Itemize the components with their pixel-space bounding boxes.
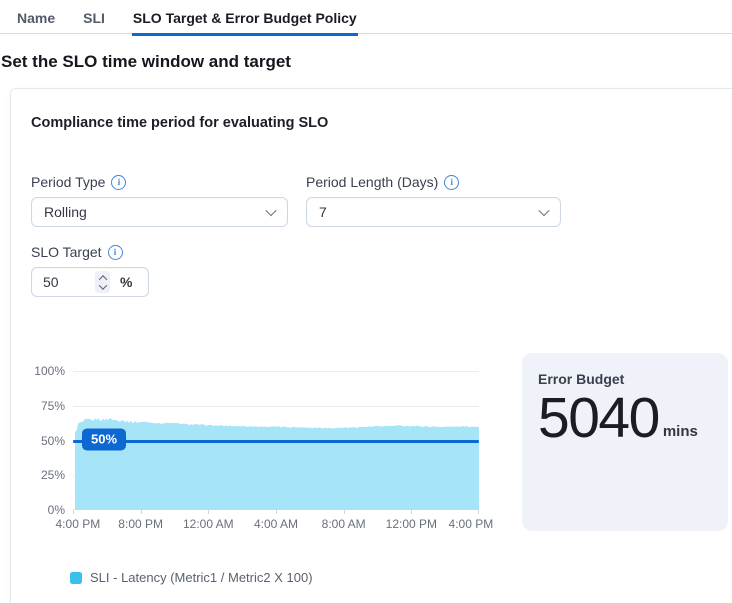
error-budget-unit: mins [663, 423, 698, 440]
chevron-down-icon [265, 205, 276, 216]
error-budget-panel: Error Budget 5040 mins [522, 353, 728, 531]
period-length-field: Period Length (Days) i 7 [306, 174, 561, 227]
x-tick [344, 510, 345, 514]
period-length-label: Period Length (Days) [306, 174, 438, 190]
threshold-line [73, 440, 479, 443]
y-axis-label: 0% [11, 503, 65, 517]
x-tick [208, 510, 209, 514]
x-tick [73, 510, 74, 514]
x-axis-label: 4:00 PM [56, 517, 101, 531]
info-icon[interactable]: i [108, 245, 123, 260]
period-type-select[interactable]: Rolling [31, 197, 288, 227]
y-axis-label: 75% [11, 399, 65, 413]
error-budget-value: 5040 [538, 388, 659, 450]
period-type-label: Period Type [31, 174, 105, 190]
slo-target-input-group: % [31, 267, 149, 297]
chevron-down-icon [538, 205, 549, 216]
x-axis-label: 4:00 AM [254, 517, 298, 531]
period-type-value: Rolling [44, 204, 87, 220]
chart-legend[interactable]: SLI - Latency (Metric1 / Metric2 X 100) [70, 570, 313, 585]
tab-bar: Name SLI SLO Target & Error Budget Polic… [0, 0, 732, 34]
slo-settings-card: Compliance time period for evaluating SL… [10, 88, 732, 603]
error-budget-title: Error Budget [538, 371, 712, 387]
slo-target-label: SLO Target [31, 244, 102, 260]
slo-target-input[interactable] [32, 274, 95, 290]
x-tick [141, 510, 142, 514]
page-title: Set the SLO time window and target [1, 52, 291, 72]
slo-target-field: SLO Target i % [31, 244, 171, 297]
section-title: Compliance time period for evaluating SL… [31, 115, 328, 131]
threshold-badge: 50% [82, 428, 126, 450]
y-axis-label: 50% [11, 434, 65, 448]
y-axis-label: 100% [11, 364, 65, 378]
tab-sli[interactable]: SLI [82, 8, 106, 35]
x-tick [478, 510, 479, 514]
percent-unit: % [120, 274, 132, 290]
info-icon[interactable]: i [444, 175, 459, 190]
x-axis-label: 4:00 PM [449, 517, 494, 531]
tab-slo-target-policy[interactable]: SLO Target & Error Budget Policy [132, 8, 358, 35]
chart-plot-area: 100% 75% 50% 25% 0% 50% [73, 371, 479, 510]
x-axis-label: 12:00 PM [386, 517, 437, 531]
info-icon[interactable]: i [111, 175, 126, 190]
y-axis-label: 25% [11, 468, 65, 482]
period-length-select[interactable]: 7 [306, 197, 561, 227]
x-tick [411, 510, 412, 514]
x-tick [276, 510, 277, 514]
stepper-down-icon[interactable] [98, 281, 106, 289]
legend-swatch [70, 572, 82, 584]
tab-name[interactable]: Name [16, 8, 56, 35]
period-length-value: 7 [319, 204, 327, 220]
x-axis-labels: 4:00 PM 8:00 PM 12:00 AM 4:00 AM 8:00 AM… [73, 517, 479, 531]
x-axis-label: 8:00 AM [322, 517, 366, 531]
legend-label: SLI - Latency (Metric1 / Metric2 X 100) [90, 570, 313, 585]
x-axis-label: 8:00 PM [118, 517, 163, 531]
x-axis-label: 12:00 AM [183, 517, 234, 531]
period-type-field: Period Type i Rolling [31, 174, 288, 227]
number-stepper[interactable] [95, 271, 110, 293]
